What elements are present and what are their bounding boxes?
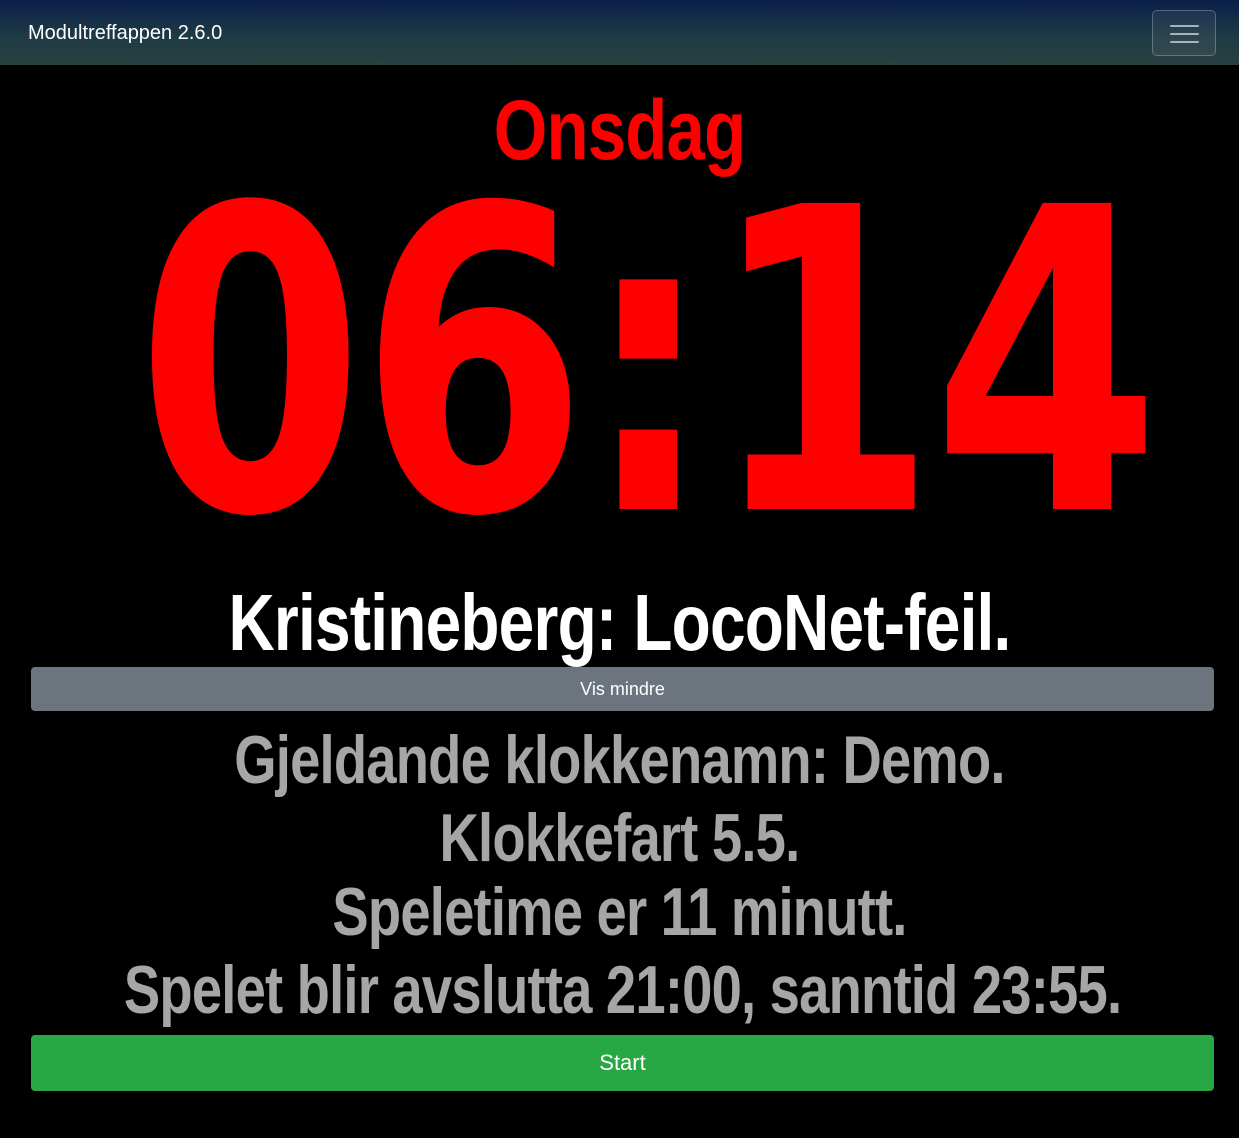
app-brand[interactable]: Modultreffappen 2.6.0: [28, 21, 222, 45]
hamburger-menu-icon: [1170, 25, 1199, 27]
status-message: Kristineberg: LocoNet-feil.: [228, 578, 1011, 667]
start-button[interactable]: Start: [31, 1035, 1214, 1091]
info-line-clock-speed: Klokkefart 5.5.: [439, 800, 801, 876]
info-line-clock-name: Gjeldande klokkenamn: Demo.: [234, 722, 1005, 798]
hamburger-menu-icon-bar: [1170, 33, 1199, 35]
top-navbar: Modultreffappen 2.6.0: [0, 0, 1239, 65]
info-line-game-end: Spelet blir avslutta 21:00, sanntid 23:5…: [123, 952, 1122, 1028]
navbar-toggle-button[interactable]: [1152, 10, 1216, 56]
clock-time: 06:14: [136, 120, 1160, 609]
show-less-button[interactable]: Vis mindre: [31, 667, 1214, 711]
hamburger-menu-icon-bar: [1170, 41, 1199, 43]
info-line-game-hour: Speletime er 11 minutt.: [332, 874, 907, 950]
